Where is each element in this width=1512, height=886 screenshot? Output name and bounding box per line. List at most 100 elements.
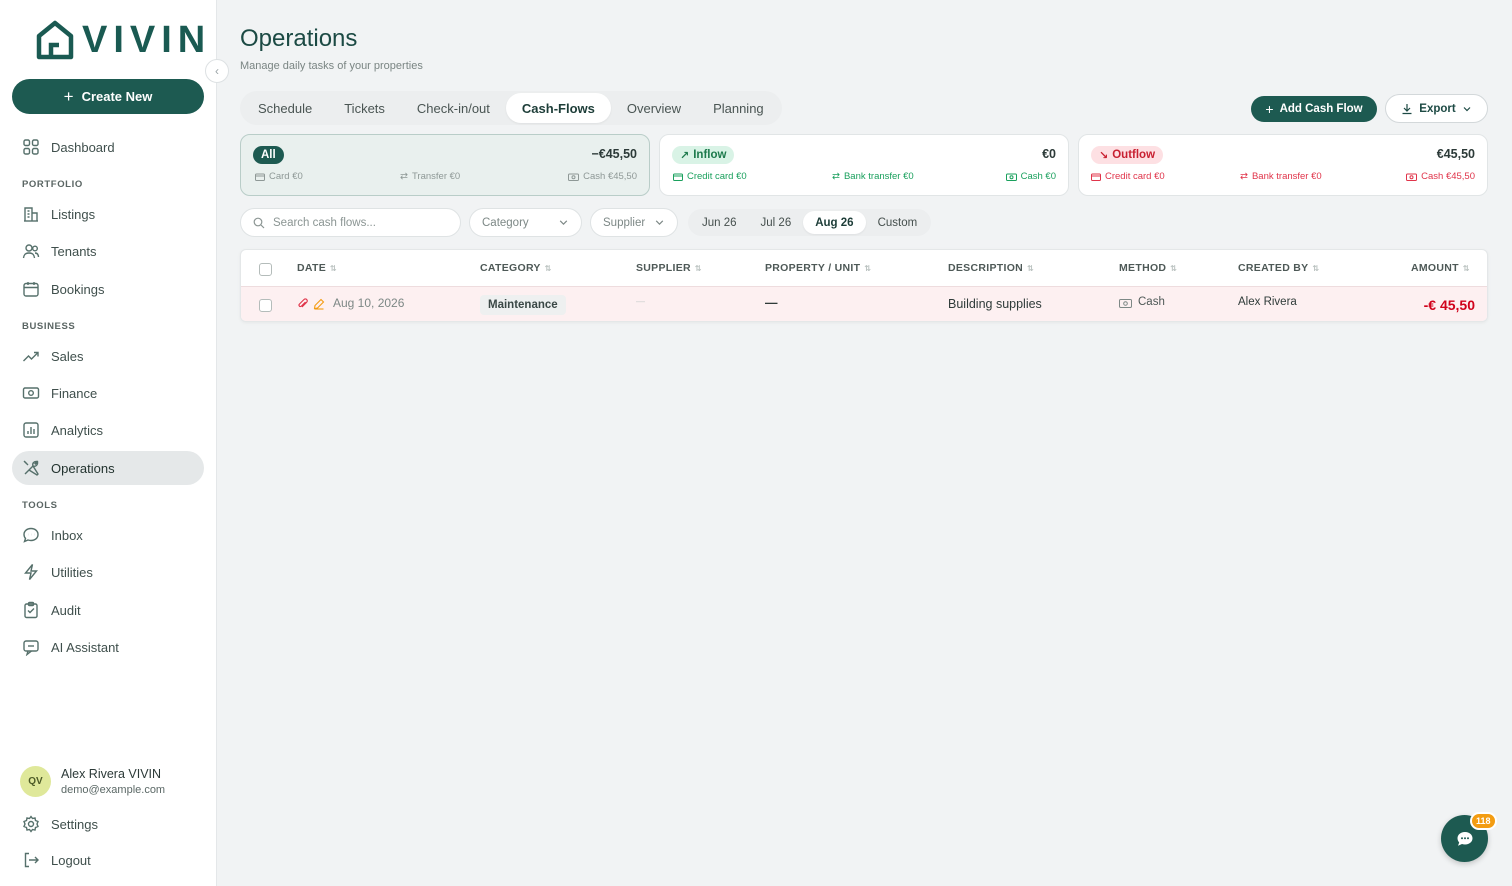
page-subtitle: Manage daily tasks of your properties xyxy=(240,60,423,72)
outflow-bank-sub: ⇄ Bank transfer €0 xyxy=(1240,171,1322,182)
column-header-amount[interactable]: AMOUNT ⇅ xyxy=(1411,262,1470,274)
export-button[interactable]: Export xyxy=(1385,94,1488,123)
sidebar-item-label: Dashboard xyxy=(51,139,115,155)
paperclip-icon[interactable] xyxy=(297,298,309,310)
table-row[interactable]: Aug 10, 2026 Maintenance — — Building su… xyxy=(241,286,1487,321)
tab-check-in-out[interactable]: Check-in/out xyxy=(401,93,506,123)
column-header-property[interactable]: PROPERTY / UNIT ⇅ xyxy=(765,262,871,274)
sidebar-item-logout[interactable]: Logout xyxy=(12,843,204,877)
inflow-cash-value: Cash €0 xyxy=(1020,171,1056,182)
period-aug-26[interactable]: Aug 26 xyxy=(803,211,866,234)
sidebar-item-tenants[interactable]: Tenants xyxy=(12,234,204,268)
chevron-left-icon: ‹ xyxy=(215,64,219,78)
sidebar-item-listings[interactable]: Listings xyxy=(12,197,204,231)
sidebar-item-label: Operations xyxy=(51,460,115,476)
summary-card-inflow[interactable]: ↗ Inflow €0 Credit card €0 ⇄ Bank transf… xyxy=(659,134,1069,196)
supplier-select[interactable]: Supplier xyxy=(590,208,678,237)
logo-text: VIVIN xyxy=(82,19,212,61)
add-cash-flow-button[interactable]: + Add Cash Flow xyxy=(1251,96,1377,122)
badge-inflow-label: Inflow xyxy=(693,149,727,161)
sidebar-item-bookings[interactable]: Bookings xyxy=(12,272,204,306)
trend-down-icon: ↘ xyxy=(1099,149,1109,162)
plus-icon: + xyxy=(63,87,74,106)
search-input[interactable]: Search cash flows... xyxy=(240,208,461,237)
column-header-created-by[interactable]: CREATED BY ⇅ xyxy=(1238,262,1320,274)
category-select[interactable]: Category xyxy=(469,208,582,237)
row-checkbox[interactable] xyxy=(259,299,272,312)
sort-icon: ⇅ xyxy=(1027,263,1035,273)
column-header-label: CATEGORY xyxy=(480,262,541,274)
tab-tickets[interactable]: Tickets xyxy=(328,93,401,123)
column-header-supplier[interactable]: SUPPLIER ⇅ xyxy=(636,262,702,274)
summary-card-all[interactable]: All −€45,50 Card €0 ⇄ Transfer €0 Cash €… xyxy=(240,134,650,196)
cash-icon xyxy=(1119,299,1132,308)
sidebar-item-label: Sales xyxy=(51,348,84,364)
sidebar-item-ai-assistant[interactable]: AI Assistant xyxy=(12,630,204,664)
chevron-down-icon xyxy=(655,220,664,226)
sidebar-item-settings[interactable]: Settings xyxy=(12,807,204,841)
inflow-cash-sub: Cash €0 xyxy=(1005,171,1056,182)
logo[interactable]: VIVIN xyxy=(36,20,211,60)
tab-planning[interactable]: Planning xyxy=(697,93,780,123)
column-header-date[interactable]: DATE ⇅ xyxy=(297,262,337,274)
period-jul-26[interactable]: Jul 26 xyxy=(749,211,804,234)
money-icon xyxy=(22,387,40,399)
download-icon xyxy=(1402,103,1412,114)
column-header-label: PROPERTY / UNIT xyxy=(765,262,861,274)
section-business: BUSINESS xyxy=(22,321,76,332)
sidebar-item-dashboard[interactable]: Dashboard xyxy=(12,130,204,164)
cash-icon xyxy=(1406,173,1418,181)
column-header-description[interactable]: DESCRIPTION ⇅ xyxy=(948,262,1034,274)
sidebar-item-label: Audit xyxy=(51,602,81,618)
period-custom[interactable]: Custom xyxy=(866,211,930,234)
bar-chart-icon xyxy=(23,422,39,438)
row-date: Aug 10, 2026 xyxy=(333,296,405,310)
column-header-category[interactable]: CATEGORY ⇅ xyxy=(480,262,552,274)
sidebar-item-finance[interactable]: Finance xyxy=(12,376,204,410)
column-header-label: SUPPLIER xyxy=(636,262,691,274)
sidebar-item-label: Inbox xyxy=(51,527,83,543)
section-portfolio: PORTFOLIO xyxy=(22,179,83,190)
tab-overview[interactable]: Overview xyxy=(611,93,697,123)
sidebar-item-inbox[interactable]: Inbox xyxy=(12,518,204,552)
sort-icon: ⇅ xyxy=(1312,263,1320,273)
column-header-method[interactable]: METHOD ⇅ xyxy=(1119,262,1177,274)
ai-chat-icon xyxy=(23,640,39,656)
sidebar-item-label: Analytics xyxy=(51,422,104,438)
sort-icon: ⇅ xyxy=(1170,263,1178,273)
category-badge: Maintenance xyxy=(480,295,566,315)
collapse-sidebar-button[interactable]: ‹ xyxy=(205,59,229,83)
tab-schedule[interactable]: Schedule xyxy=(242,93,328,123)
sidebar-item-label: Listings xyxy=(51,206,96,222)
outflow-credit-value: Credit card €0 xyxy=(1105,171,1165,182)
logout-label: Logout xyxy=(51,852,91,868)
trend-up-icon: ↗ xyxy=(680,149,690,162)
inflow-bank-value: Bank transfer €0 xyxy=(843,171,914,182)
edit-icon[interactable] xyxy=(313,298,325,310)
sidebar-item-sales[interactable]: Sales xyxy=(12,339,204,373)
outflow-cash-sub: Cash €45,50 xyxy=(1406,171,1475,182)
section-tools: TOOLS xyxy=(22,500,58,511)
sidebar-item-label: Finance xyxy=(51,385,98,401)
avatar: QV xyxy=(20,766,51,797)
create-new-button[interactable]: + Create New xyxy=(12,79,204,114)
tab-cash-flows[interactable]: Cash-Flows xyxy=(505,93,611,123)
supplier-select-label: Supplier xyxy=(603,216,646,229)
user-profile[interactable]: QV Alex Rivera VIVIN demo@example.com xyxy=(20,766,165,797)
summary-card-outflow[interactable]: ↘ Outflow €45,50 Credit card €0 ⇄ Bank t… xyxy=(1078,134,1488,196)
grid-icon xyxy=(23,139,39,155)
sidebar-item-utilities[interactable]: Utilities xyxy=(12,555,204,589)
sidebar-item-operations[interactable]: Operations xyxy=(12,451,204,485)
add-cash-flow-label: Add Cash Flow xyxy=(1279,103,1363,115)
sort-icon: ⇅ xyxy=(544,263,552,273)
search-icon xyxy=(253,217,265,228)
sidebar-item-audit[interactable]: Audit xyxy=(12,593,204,627)
select-all-checkbox[interactable] xyxy=(259,263,272,276)
period-jun-26[interactable]: Jun 26 xyxy=(690,211,749,234)
sort-icon: ⇅ xyxy=(864,263,872,273)
tab-bar: Schedule Tickets Check-in/out Cash-Flows… xyxy=(240,91,782,125)
sidebar-item-analytics[interactable]: Analytics xyxy=(12,413,204,447)
transfer-icon: ⇄ xyxy=(832,171,840,182)
badge-all: All xyxy=(253,146,284,164)
column-header-label: METHOD xyxy=(1119,262,1167,274)
